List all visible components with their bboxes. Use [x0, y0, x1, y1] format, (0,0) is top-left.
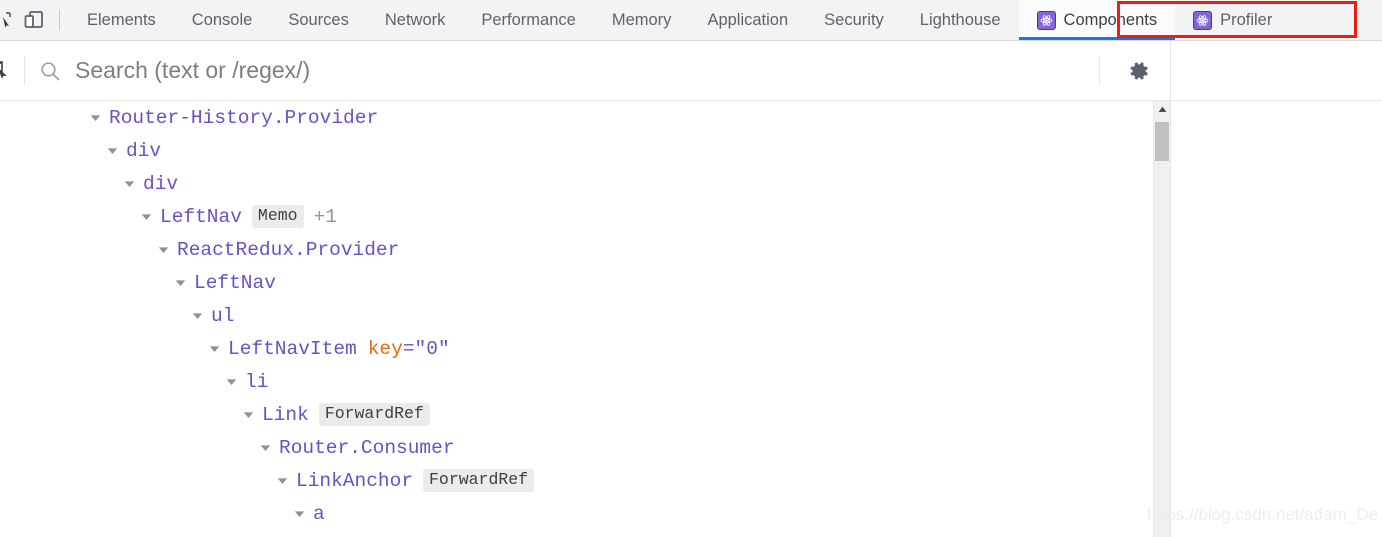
tab-label: Memory — [611, 10, 672, 29]
chevron-down-icon[interactable] — [224, 378, 239, 386]
tab-application[interactable]: Application — [689, 0, 806, 40]
inspect-element-icon[interactable] — [0, 0, 14, 40]
chevron-down-icon[interactable] — [156, 246, 171, 254]
toolbar-divider — [59, 10, 60, 30]
chevron-down-icon[interactable] — [292, 510, 307, 518]
tree-row[interactable]: LeftNavItem key="0" — [0, 332, 1153, 365]
extra-badge-count: +1 — [313, 205, 337, 228]
tab-label: Elements — [87, 10, 156, 29]
chevron-down-icon[interactable] — [190, 312, 205, 320]
devtools-window: Elements Console Sources Network Performance… — [0, 0, 1382, 537]
tree-row[interactable]: a — [0, 497, 1153, 530]
chevron-down-icon[interactable] — [122, 180, 137, 188]
component-name: a — [313, 502, 325, 525]
tree-row[interactable]: LeftNav — [0, 266, 1153, 299]
tab-label: Profiler — [1220, 10, 1273, 29]
props-inspector-panel — [1170, 41, 1382, 537]
component-prop: key="0" — [368, 338, 450, 360]
search-input[interactable] — [75, 57, 1091, 84]
prop-value: "0" — [414, 337, 450, 360]
component-name: ul — [211, 304, 235, 327]
tab-label: Components — [1063, 10, 1158, 29]
tab-label: Security — [824, 10, 884, 29]
tab-label: Lighthouse — [919, 10, 1001, 29]
chevron-down-icon[interactable] — [139, 213, 154, 221]
component-name: ReactRedux.Provider — [177, 238, 400, 261]
prop-key: key — [367, 337, 403, 360]
tree-row[interactable]: ul — [0, 299, 1153, 332]
component-name: div — [126, 139, 162, 162]
gear-icon[interactable] — [1122, 54, 1156, 88]
tab-lighthouse[interactable]: Lighthouse — [902, 0, 1019, 40]
component-name: div — [143, 172, 179, 195]
component-name: LeftNav — [194, 271, 276, 294]
tab-label: Console — [191, 10, 253, 29]
chevron-down-icon[interactable] — [173, 279, 188, 287]
tab-elements[interactable]: Elements — [69, 0, 174, 40]
tree-row[interactable]: Router-History.Provider — [0, 101, 1153, 134]
devtools-tab-list: Elements Console Sources Network Performance… — [69, 0, 1290, 40]
component-name: Router-History.Provider — [109, 106, 379, 129]
tab-label: Network — [384, 10, 446, 29]
prop-equals: = — [402, 337, 415, 360]
chevron-down-icon[interactable] — [258, 444, 273, 452]
chevron-down-icon[interactable] — [275, 477, 290, 485]
component-name: LeftNavItem — [228, 337, 357, 360]
component-name: Router.Consumer — [279, 436, 455, 459]
component-name: LinkAnchor — [296, 469, 414, 492]
toolbar-divider-left — [24, 56, 25, 85]
tab-network[interactable]: Network — [367, 0, 464, 40]
chevron-down-icon[interactable] — [207, 345, 222, 353]
components-toolbar — [0, 41, 1170, 101]
component-type-badge: ForwardRef — [318, 402, 430, 427]
tab-label: Performance — [481, 10, 576, 29]
search-bar[interactable] — [39, 41, 1091, 100]
tab-console[interactable]: Console — [174, 0, 271, 40]
tree-row[interactable]: div — [0, 167, 1153, 200]
chevron-down-icon[interactable] — [88, 114, 103, 122]
active-tab-indicator — [1018, 37, 1176, 40]
tab-label: Application — [707, 10, 789, 29]
component-name: li — [245, 370, 269, 393]
chevron-down-icon[interactable] — [105, 147, 120, 155]
component-tree[interactable]: Router-History.Provider div div LeftNav Memo… — [0, 101, 1153, 537]
tab-label: Sources — [288, 10, 349, 29]
tree-row[interactable]: Router.Consumer — [0, 431, 1153, 464]
triangle-up-icon[interactable] — [1154, 101, 1170, 118]
component-name: LeftNav — [160, 205, 242, 228]
tree-row[interactable]: li — [0, 365, 1153, 398]
tree-row[interactable]: div — [0, 134, 1153, 167]
scrollbar-thumb[interactable] — [1155, 122, 1169, 161]
device-toolbar-icon[interactable] — [14, 0, 54, 40]
tree-row[interactable]: Link ForwardRef — [0, 398, 1153, 431]
tab-security[interactable]: Security — [806, 0, 902, 40]
tree-row[interactable]: LinkAnchor ForwardRef — [0, 464, 1153, 497]
component-name: Link — [262, 403, 309, 426]
devtools-tabbar: Elements Console Sources Network Performance… — [0, 0, 1382, 41]
search-icon — [39, 60, 61, 82]
tab-performance[interactable]: Performance — [463, 0, 593, 40]
tree-scrollbar[interactable] — [1153, 101, 1170, 537]
select-element-icon[interactable] — [0, 60, 14, 81]
react-logo-icon — [1193, 10, 1213, 30]
react-logo-icon — [1036, 10, 1056, 30]
watermark: https://blog.csdn.net/adam_De — [1147, 505, 1378, 524]
tab-components[interactable]: Components — [1018, 0, 1176, 40]
props-inspector-toolbar — [1171, 41, 1382, 101]
tree-row[interactable]: ReactRedux.Provider — [0, 233, 1153, 266]
tab-sources[interactable]: Sources — [270, 0, 367, 40]
component-type-badge: ForwardRef — [423, 468, 535, 493]
tree-row[interactable]: LeftNav Memo +1 — [0, 200, 1153, 233]
tab-memory[interactable]: Memory — [594, 0, 690, 40]
chevron-down-icon[interactable] — [241, 411, 256, 419]
component-type-badge: Memo — [251, 204, 304, 229]
tab-profiler[interactable]: Profiler — [1175, 0, 1290, 40]
toolbar-divider-right — [1099, 55, 1100, 86]
